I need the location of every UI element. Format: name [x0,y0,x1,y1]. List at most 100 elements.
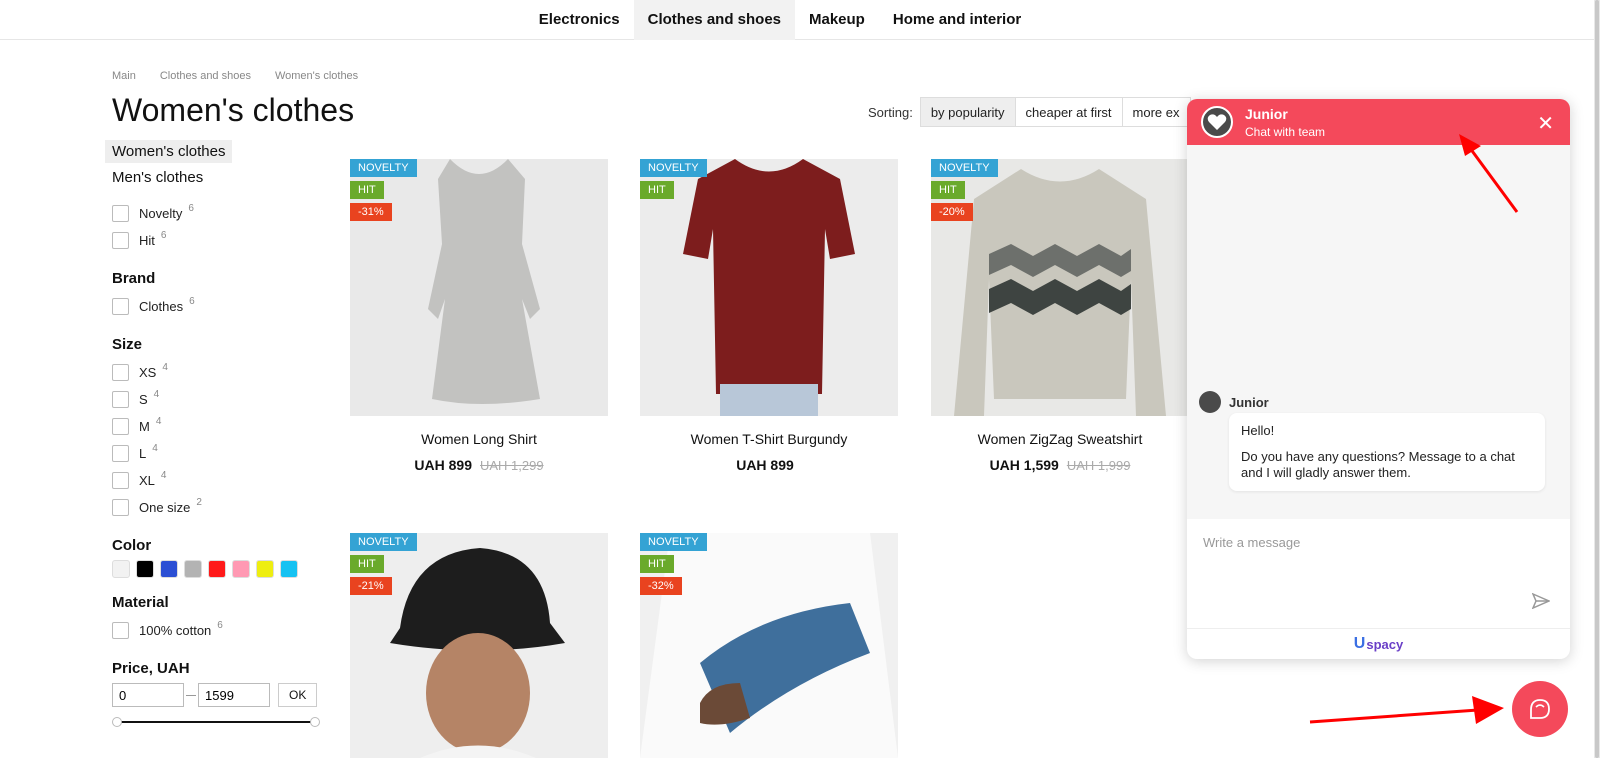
message-avatar [1199,391,1221,413]
badge-novelty: NOVELTY [350,533,417,551]
badge-novelty: NOVELTY [931,159,998,177]
product-image[interactable]: NOVELTY HIT -31% [350,159,608,416]
sort-by-popularity[interactable]: by popularity [919,97,1016,127]
breadcrumb-womens-clothes[interactable]: Women's clothes [275,70,358,82]
sort-more-expensive[interactable]: more ex [1121,97,1191,127]
color-swatch-pink[interactable] [232,560,250,578]
chat-bubble-icon [1530,699,1550,719]
product-card[interactable]: NOVELTY HIT -20% Women ZigZag Sweatshirt… [931,159,1189,475]
message-text: Do you have any questions? Message to a … [1241,449,1515,480]
filter-size-m[interactable]: M4 [105,413,335,440]
checkbox[interactable] [112,472,129,489]
filter-size-one-size[interactable]: One size 2 [105,494,335,521]
close-icon[interactable]: ✕ [1537,111,1554,136]
filter-count: 2 [196,497,202,508]
product-name[interactable]: Women Long Shirt [350,431,608,447]
annotation-arrow-up [1459,134,1519,213]
nav-electronics[interactable]: Electronics [525,0,634,40]
price-slider[interactable] [112,717,320,727]
chat-message-input[interactable]: Write a message [1203,535,1300,550]
checkbox[interactable] [112,622,129,639]
product-old-price: UAH 1,999 [1066,458,1131,473]
badge-hit: HIT [350,555,384,573]
badge-discount: -21% [350,577,392,595]
send-icon[interactable] [1531,592,1551,614]
filter-label: 100% cotton [139,623,212,638]
message-bubble: Hello! Do you have any questions? Messag… [1229,413,1545,491]
chat-input-area[interactable]: Write a message [1187,519,1570,629]
breadcrumb-clothes-and-shoes[interactable]: Clothes and shoes [160,70,251,82]
color-swatch-black[interactable] [136,560,154,578]
filter-label: XS [139,365,157,380]
message-author: Junior [1199,391,1269,413]
badge-hit: HIT [931,181,965,199]
product-name[interactable]: Women ZigZag Sweatshirt [931,431,1189,447]
product-photo [390,548,565,758]
filter-count: 6 [189,296,195,307]
color-swatch-grey[interactable] [184,560,202,578]
product-photo [640,533,898,758]
checkbox[interactable] [112,232,129,249]
product-card[interactable]: NOVELTY HIT Women T-Shirt Burgundy UAH 8… [640,159,898,475]
color-swatch-cyan[interactable] [280,560,298,578]
checkbox[interactable] [112,445,129,462]
badge-hit: HIT [640,555,674,573]
sort-cheaper-first[interactable]: cheaper at first [1014,97,1123,127]
badge-discount: -32% [640,577,682,595]
badge-hit: HIT [640,181,674,199]
chat-launcher-button[interactable] [1512,681,1568,737]
product-name[interactable]: Women T-Shirt Burgundy [640,431,898,447]
heart-icon [1207,114,1227,130]
color-swatch-red[interactable] [208,560,226,578]
sidebar-category-womens[interactable]: Women's clothes [105,140,233,163]
price-ok-button[interactable]: OK [278,683,318,707]
product-image[interactable]: NOVELTY HIT [640,159,898,416]
filter-size-xl[interactable]: XL 4 [105,467,335,494]
filter-count: 4 [153,389,160,400]
nav-makeup[interactable]: Makeup [795,0,879,40]
price-slider-handle-max[interactable] [310,717,320,727]
color-swatch-yellow[interactable] [256,560,274,578]
checkbox[interactable] [112,364,129,381]
badge-novelty: NOVELTY [350,159,417,177]
scrollbar-thumb[interactable] [1595,0,1599,758]
color-swatch-white[interactable] [112,560,130,578]
page-title: Women's clothes [112,92,355,128]
product-image[interactable]: NOVELTY HIT -32% [640,533,898,758]
product-image[interactable]: NOVELTY HIT -21% [350,533,608,758]
checkbox[interactable] [112,298,129,315]
badge-discount: -20% [931,203,973,221]
filter-hit[interactable]: Hit 6 [105,227,335,254]
filter-brand-clothes[interactable]: Clothes 6 [105,293,335,320]
message-author-name: Junior [1229,394,1269,410]
filter-novelty[interactable]: Novelty 6 [105,200,335,227]
sidebar-category-mens[interactable]: Men's clothes [105,166,210,189]
price-max-input[interactable] [198,683,270,707]
price-min-input[interactable] [112,683,184,707]
filter-count: 6 [160,230,167,241]
product-card[interactable]: NOVELTY HIT -32% [640,533,898,758]
badge-hit: HIT [350,181,384,199]
filter-size-s[interactable]: S4 [105,386,335,413]
price-slider-handle-min[interactable] [112,717,122,727]
checkbox[interactable] [112,391,129,408]
color-swatches [105,560,335,578]
product-price: UAH 1,599 [989,457,1059,473]
checkbox[interactable] [112,499,129,516]
filter-count: 4 [152,443,158,454]
badge-discount: -31% [350,203,392,221]
checkbox[interactable] [112,205,129,222]
breadcrumb-main[interactable]: Main [112,70,136,82]
filter-size-l[interactable]: L4 [105,440,335,467]
product-card[interactable]: NOVELTY HIT -31% Women Long Shirt UAH 89… [350,159,608,475]
page-scrollbar[interactable] [1594,0,1600,758]
nav-clothes-and-shoes[interactable]: Clothes and shoes [633,0,795,40]
filter-size-xs[interactable]: XS 4 [105,359,335,386]
sorting-label: Sorting: [868,104,913,120]
checkbox[interactable] [112,418,129,435]
color-swatch-blue[interactable] [160,560,178,578]
product-card[interactable]: NOVELTY HIT -21% [350,533,608,758]
product-image[interactable]: NOVELTY HIT -20% [931,159,1189,416]
nav-home-and-interior[interactable]: Home and interior [879,0,1035,40]
filter-material-cotton[interactable]: 100% cotton 6 [105,617,335,644]
